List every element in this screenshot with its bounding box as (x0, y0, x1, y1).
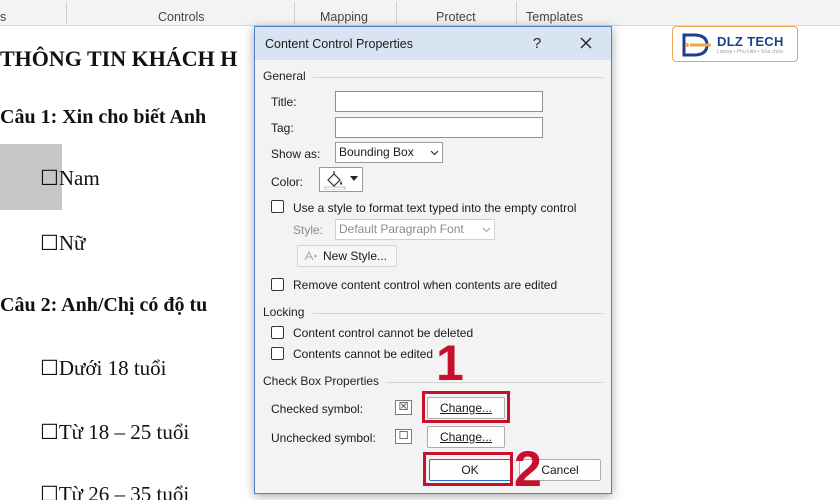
help-button[interactable]: ? (525, 33, 549, 55)
remove-control-label: Remove content control when contents are… (293, 278, 558, 292)
locking-section-label: Locking (263, 305, 305, 319)
content-control-properties-dialog: Content Control Properties ? General Tit… (254, 26, 612, 494)
dialog-title: Content Control Properties (265, 37, 413, 51)
option-duoi-18[interactable]: ☐Dưới 18 tuổi (40, 356, 166, 381)
unchecked-change-label: Change... (439, 430, 493, 444)
option-26-35[interactable]: ☐Từ 26 – 35 tuổi (40, 482, 189, 500)
ribbon-group-protect: Protect (436, 10, 476, 24)
checkbox-properties-divider (387, 382, 603, 383)
option-nu[interactable]: ☐Nữ (40, 231, 85, 256)
style-label: Style: (293, 223, 324, 237)
title-label: Title: (271, 95, 297, 109)
show-as-value: Bounding Box (339, 145, 414, 159)
ribbon-separator (516, 2, 517, 24)
logo-text: DLZ TECH (717, 34, 784, 49)
title-input[interactable] (335, 91, 543, 112)
dlz-tech-logo: DLZ TECH Laptop • Phụ kiện • Sửa chữa (672, 26, 798, 62)
highlight-change-button (422, 391, 510, 423)
ribbon-group-controls: Controls (158, 10, 205, 24)
new-style-button[interactable]: New Style... (297, 245, 397, 267)
highlight-ok-button (423, 452, 513, 486)
ribbon-group-label: s (0, 10, 7, 24)
question-1: Câu 1: Xin cho biết Anh (0, 106, 207, 128)
use-style-checkbox[interactable] (271, 200, 284, 213)
remove-control-checkbox[interactable] (271, 278, 284, 291)
general-divider (313, 77, 603, 78)
chevron-down-icon (482, 227, 491, 233)
paint-bucket-icon (324, 171, 346, 190)
ribbon: s Controls Mapping Protect Templates (0, 0, 840, 26)
ribbon-group-templates: Templates (526, 10, 583, 24)
tag-input[interactable] (335, 117, 543, 138)
doc-heading: THÔNG TIN KHÁCH H (0, 46, 238, 71)
option-nam[interactable]: ☐Nam (40, 166, 100, 191)
checkbox-properties-section-label: Check Box Properties (263, 374, 380, 388)
logo-tagline: Laptop • Phụ kiện • Sửa chữa (717, 49, 784, 55)
checked-symbol-preview: ☒ (395, 400, 412, 415)
cannot-delete-checkbox[interactable] (271, 326, 284, 339)
style-value: Default Paragraph Font (339, 222, 464, 236)
style-dropdown[interactable]: Default Paragraph Font (335, 219, 495, 240)
checked-symbol-label: Checked symbol: (271, 402, 364, 416)
new-style-icon (304, 250, 317, 261)
ribbon-separator (66, 2, 67, 24)
question-2: Câu 2: Anh/Chị có độ tu (0, 294, 208, 316)
general-section-label: General (263, 69, 306, 83)
unchecked-symbol-preview: ☐ (395, 429, 412, 444)
ribbon-group-mapping: Mapping (320, 10, 368, 24)
ribbon-separator (294, 2, 295, 24)
step-1-marker: 1 (436, 335, 464, 391)
dlz-logo-mark-icon (682, 33, 711, 57)
use-style-label: Use a style to format text typed into th… (293, 201, 577, 215)
caret-down-icon (350, 176, 358, 181)
ribbon-separator (396, 2, 397, 24)
unchecked-change-button[interactable]: Change... (427, 426, 505, 448)
step-2-marker: 2 (514, 441, 542, 497)
color-picker-button[interactable] (319, 167, 363, 192)
cannot-edit-label: Contents cannot be edited (293, 347, 434, 361)
cannot-edit-checkbox[interactable] (271, 347, 284, 360)
color-label: Color: (271, 175, 304, 189)
chevron-down-icon (430, 150, 439, 156)
close-icon[interactable] (573, 31, 599, 55)
show-as-dropdown[interactable]: Bounding Box (335, 142, 443, 163)
locking-divider (313, 313, 603, 314)
unchecked-symbol-label: Unchecked symbol: (271, 431, 376, 445)
show-as-label: Show as: (271, 147, 321, 161)
new-style-label: New Style... (322, 249, 388, 263)
option-18-25[interactable]: ☐Từ 18 – 25 tuổi (40, 420, 189, 445)
dialog-titlebar[interactable]: Content Control Properties ? (255, 27, 611, 60)
tag-label: Tag: (271, 121, 294, 135)
